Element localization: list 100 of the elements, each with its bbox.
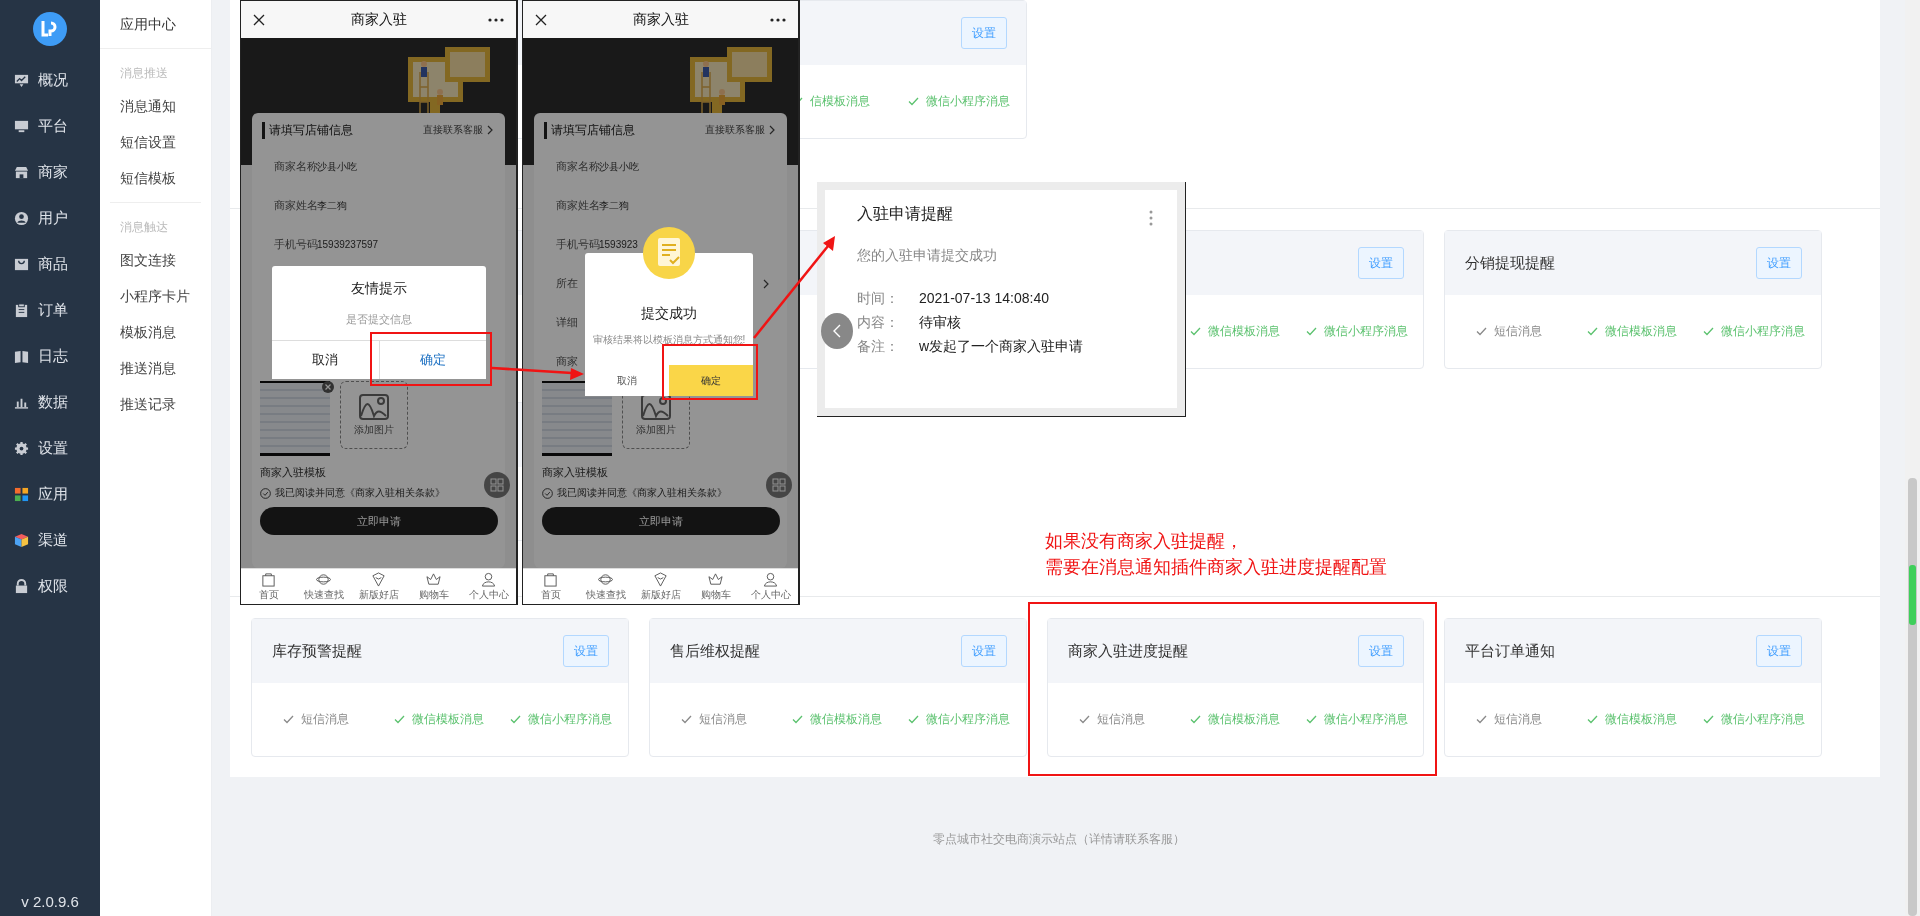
- shop-icon: [14, 164, 29, 180]
- contact-link[interactable]: 直接联系客服: [423, 123, 483, 137]
- field-value: 李二狗: [317, 198, 347, 213]
- version-label: v 2.0.9.6: [21, 893, 79, 910]
- settings-icon: [14, 440, 29, 456]
- form-title: 请填写店铺信息: [544, 121, 701, 139]
- channel-label: 微信小程序消息: [1721, 711, 1806, 728]
- annotation-text: 需要在消息通知插件商家入驻进度提醒配置: [1045, 556, 1387, 578]
- card-title: 库存预警提醒: [272, 641, 362, 661]
- scroll-marker: [1909, 565, 1916, 625]
- bag-icon: [14, 256, 29, 272]
- menu-item[interactable]: 推送消息: [120, 350, 201, 386]
- field-label: 商家姓名: [556, 198, 599, 213]
- cube-icon: [14, 532, 29, 548]
- cancel-button[interactable]: 取消: [272, 341, 380, 379]
- menu-item[interactable]: 图文连接: [120, 242, 201, 278]
- image-icon: [641, 393, 671, 420]
- field-value: 15939237597: [317, 239, 379, 250]
- detail-value: w发起了一个商家入驻申请: [919, 337, 1084, 355]
- channel-label: 微信小程序消息: [1323, 711, 1408, 728]
- close-icon: [535, 13, 547, 26]
- tab-item[interactable]: 首页: [523, 569, 578, 604]
- menu-item[interactable]: 短信设置: [120, 124, 201, 160]
- user-icon: [14, 210, 29, 226]
- nav-item[interactable]: 商家: [0, 149, 100, 195]
- channel-label: 信模板消息: [809, 93, 870, 110]
- menu-item[interactable]: 短信模板: [120, 160, 201, 196]
- channel-label: 微信模板消息: [809, 711, 882, 728]
- footer-text: 零点城市社交电商演示站点（详情请联系客服）: [931, 831, 1186, 848]
- crown-icon: [426, 571, 441, 587]
- field-value: 沙县小吃: [599, 159, 639, 174]
- logo-icon: [33, 12, 67, 46]
- nav-item[interactable]: 数据: [0, 379, 100, 425]
- channel-label: 短信消息: [1494, 323, 1543, 340]
- lock-icon: [14, 578, 29, 594]
- menu-item[interactable]: 消息通知: [120, 88, 201, 124]
- bag-icon: [543, 571, 558, 587]
- notification-title: 入驻申请提醒: [857, 204, 953, 224]
- notification-subtitle: 您的入驻申请提交成功: [857, 247, 998, 265]
- card-title: 售后维权提醒: [669, 641, 760, 661]
- clipboard-icon: [14, 302, 29, 318]
- nav-item[interactable]: 订单: [0, 287, 100, 333]
- floating-button[interactable]: [766, 472, 792, 498]
- add-image-label: 添加图片: [354, 422, 394, 437]
- template-label: 商家入驻模板: [542, 465, 609, 480]
- floating-button[interactable]: [484, 472, 510, 498]
- shield-icon: [653, 571, 668, 587]
- nav-item[interactable]: 渠道: [0, 517, 100, 563]
- nav-item[interactable]: 权限: [0, 563, 100, 609]
- confirm-button[interactable]: 确定: [669, 365, 753, 396]
- add-image-button[interactable]: 添加图片: [340, 381, 408, 449]
- field-label: 商家: [556, 354, 579, 369]
- card-title: 分销提现提醒: [1465, 253, 1556, 273]
- tab-item[interactable]: 个人中心: [743, 569, 798, 604]
- nav-item[interactable]: 商品: [0, 241, 100, 287]
- channel-label: 微信小程序消息: [1721, 323, 1806, 340]
- grid-icon: [14, 486, 29, 502]
- tab-item[interactable]: 新版好店: [351, 569, 406, 604]
- scrollbar-thumb[interactable]: [1908, 478, 1917, 916]
- annotation-text: 如果没有商家入驻提醒，: [1045, 530, 1244, 552]
- channel-label: 微信模板消息: [1207, 711, 1280, 728]
- form-title: 请填写店铺信息: [262, 121, 419, 139]
- shield-icon: [371, 571, 386, 587]
- menu-title[interactable]: 应用中心: [100, 0, 211, 49]
- tab-item[interactable]: 购物车: [406, 569, 461, 604]
- field-label: 详细: [556, 315, 579, 330]
- channel-label: 微信模板消息: [412, 711, 484, 728]
- nav-item[interactable]: 设置: [0, 425, 100, 471]
- menu-item[interactable]: 推送记录: [120, 386, 201, 422]
- menu-item[interactable]: 小程序卡片: [120, 278, 201, 314]
- tab-item[interactable]: 快速查找: [296, 569, 351, 604]
- field-label: 商家名称: [556, 159, 599, 174]
- more-icon: [770, 17, 786, 22]
- dialog-title: 提交成功: [641, 305, 697, 323]
- nav-item[interactable]: 平台: [0, 103, 100, 149]
- tab-item[interactable]: 快速查找: [578, 569, 633, 604]
- nav-item[interactable]: 应用: [0, 471, 100, 517]
- submit-button[interactable]: 立即申请: [542, 507, 780, 535]
- channel-label: 短信消息: [1096, 711, 1145, 728]
- book-icon: [14, 348, 29, 364]
- tab-item[interactable]: 首页: [241, 569, 296, 604]
- nav-item[interactable]: 用户: [0, 195, 100, 241]
- detail-value: 待审核: [919, 313, 961, 331]
- tab-item[interactable]: 个人中心: [461, 569, 516, 604]
- menu-item[interactable]: 模板消息: [120, 314, 201, 350]
- nav-item[interactable]: 日志: [0, 333, 100, 379]
- field-label: 手机号码: [274, 237, 317, 252]
- tab-item[interactable]: 购物车: [688, 569, 743, 604]
- card-title: 平台订单通知: [1465, 641, 1556, 661]
- channel-label: 微信小程序消息: [925, 711, 1010, 728]
- agreement-text: 我已阅读并同意《商家入驻相关条款》: [275, 486, 445, 500]
- dialog-message: 审核结果将以模板消息方式通知您!: [592, 333, 746, 347]
- chart-icon: [14, 72, 29, 88]
- channel-label: 短信消息: [1494, 711, 1543, 728]
- tab-item[interactable]: 新版好店: [633, 569, 688, 604]
- channel-label: 微信模板消息: [1605, 323, 1678, 340]
- contact-link[interactable]: 直接联系客服: [705, 123, 765, 137]
- nav-item[interactable]: 概况: [0, 57, 100, 103]
- dialog-title: 友情提示: [351, 280, 407, 298]
- submit-button[interactable]: 立即申请: [260, 507, 498, 535]
